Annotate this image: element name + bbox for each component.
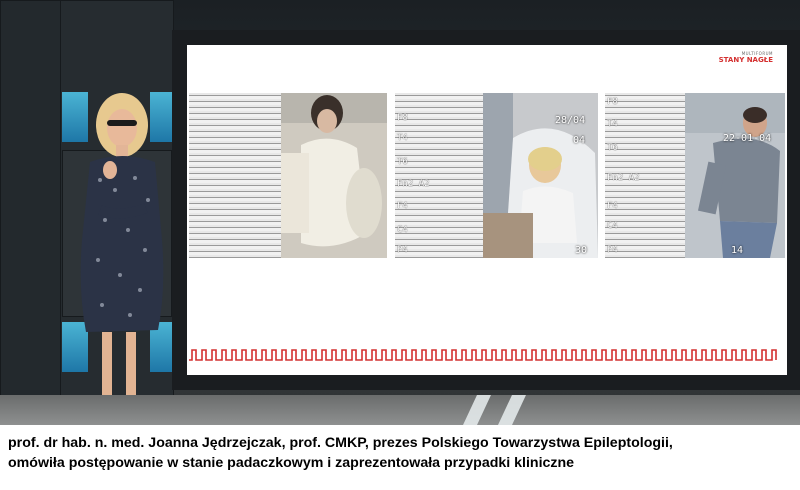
eeg-channel-label: T4 [607, 119, 618, 129]
logo-title: STANY NAGŁE [718, 56, 773, 64]
eeg-channel-label: T6 [397, 157, 408, 167]
video-date-stamp: 22-01-04 [723, 133, 772, 144]
photo-caption: prof. dr hab. n. med. Joanna Jędrzejczak… [8, 433, 798, 473]
video-bottom-stamp: 30 [575, 245, 588, 256]
video-eeg-panel-3: F8 T4 T6 Fn2 A2 F4 C4 P4 22-01-04 14 [605, 93, 785, 258]
video-bottom-stamp: 14 [731, 245, 744, 256]
studio-wall-panel [0, 0, 62, 397]
eeg-channel-label: Fn2 A2 [397, 179, 430, 189]
eeg-channel-label: P4 [397, 245, 408, 255]
eeg-channel-label: T6 [607, 143, 618, 153]
video-eeg-panel-2: F8 T4 T6 Fn2 A2 F4 C4 P4 28/04 04 30 [395, 93, 598, 258]
video-time-stamp: 04 [573, 135, 586, 146]
patient-image [281, 93, 387, 258]
caption-line-2: omówiła postępowanie w stanie padaczkowy… [8, 455, 575, 471]
eeg-channel-label: F8 [397, 113, 408, 123]
eeg-channel-label: F4 [607, 201, 618, 211]
presentation-slide: MULTIFORUM STANY NAGŁE F8 T4 T6 Fn2 A2 F… [187, 45, 787, 375]
studio-floor [0, 395, 800, 425]
eeg-channel-label: T4 [397, 133, 408, 143]
caption-line-1: prof. dr hab. n. med. Joanna Jędrzejczak… [8, 435, 673, 451]
decorative-wave-line [189, 349, 777, 361]
eeg-channel-label: C4 [397, 225, 408, 235]
eeg-channel-label: Fn2 A2 [607, 173, 640, 183]
eeg-channel-label: C4 [607, 221, 618, 231]
eeg-channel-label: P4 [607, 245, 618, 255]
video-eeg-panel-1 [189, 93, 387, 258]
eeg-channel-label: F8 [607, 97, 618, 107]
video-date-stamp: 28/04 [555, 115, 586, 126]
presenter-person [80, 93, 164, 418]
conference-logo: MULTIFORUM STANY NAGŁE [719, 51, 773, 64]
studio-photo: MULTIFORUM STANY NAGŁE F8 T4 T6 Fn2 A2 F… [0, 0, 800, 425]
eeg-channel-label: F4 [397, 201, 408, 211]
